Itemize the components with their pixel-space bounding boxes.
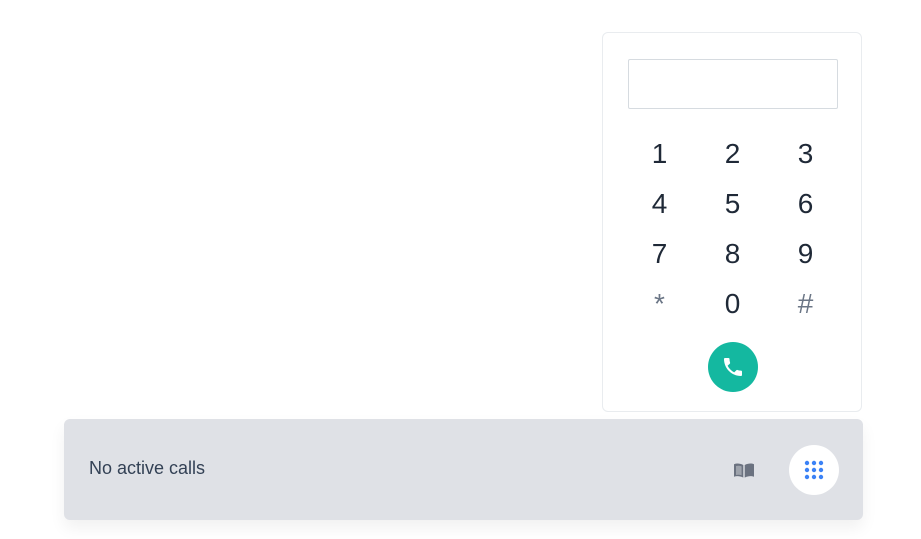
key-1[interactable]: 1 xyxy=(623,129,696,179)
key-7[interactable]: 7 xyxy=(623,229,696,279)
phone-number-input[interactable] xyxy=(628,59,838,109)
phone-icon xyxy=(724,358,742,376)
dialpad-panel: 1 2 3 4 5 6 7 8 9 * 0 # xyxy=(602,32,862,412)
contacts-button[interactable] xyxy=(731,457,757,483)
book-icon xyxy=(734,463,754,478)
call-button[interactable] xyxy=(708,342,758,392)
key-6[interactable]: 6 xyxy=(769,179,842,229)
keypad: 1 2 3 4 5 6 7 8 9 * 0 # xyxy=(623,129,843,329)
dialpad-toggle-button[interactable] xyxy=(789,445,839,495)
dialpad-grid-icon xyxy=(804,460,824,480)
call-status-text: No active calls xyxy=(89,458,206,478)
key-hash[interactable]: # xyxy=(769,279,842,329)
key-4[interactable]: 4 xyxy=(623,179,696,229)
call-status-bar: No active calls xyxy=(64,419,863,520)
key-8[interactable]: 8 xyxy=(696,229,769,279)
key-0[interactable]: 0 xyxy=(696,279,769,329)
key-star[interactable]: * xyxy=(623,279,696,329)
key-2[interactable]: 2 xyxy=(696,129,769,179)
key-3[interactable]: 3 xyxy=(769,129,842,179)
key-5[interactable]: 5 xyxy=(696,179,769,229)
key-9[interactable]: 9 xyxy=(769,229,842,279)
